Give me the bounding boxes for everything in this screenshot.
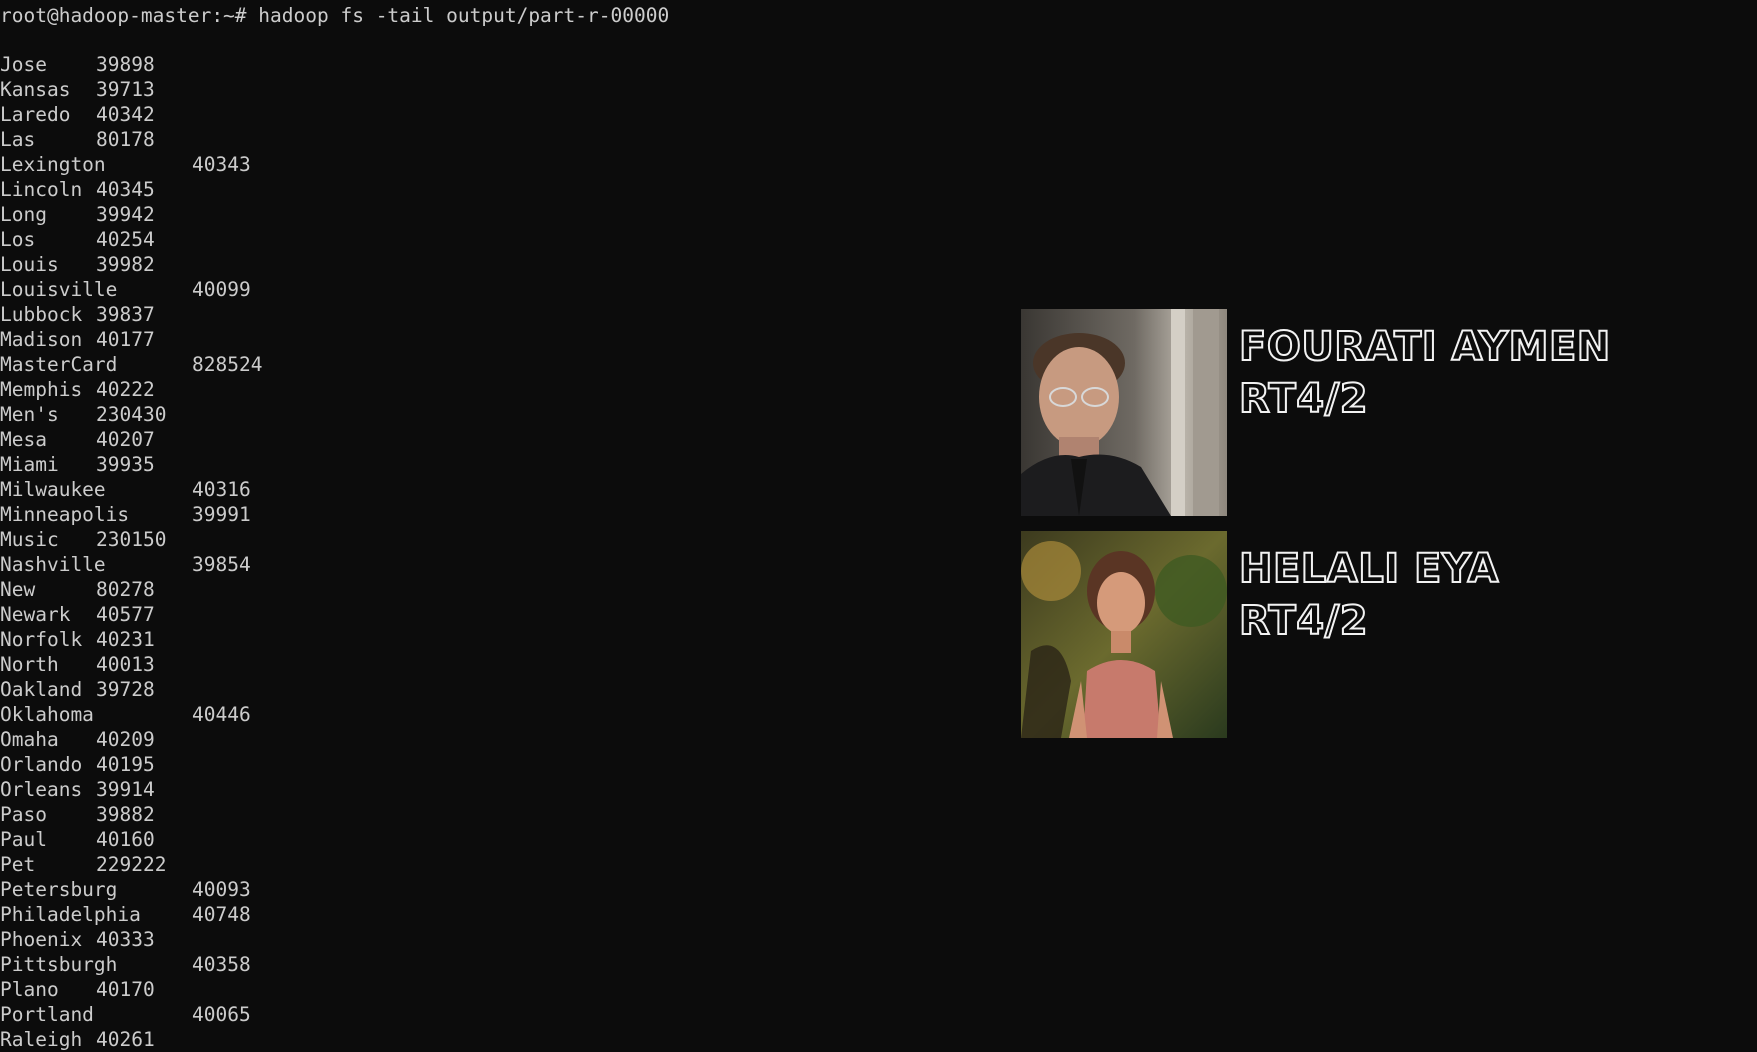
person-group-1: RT4/2 [1238, 375, 1369, 423]
output-key: Miami [0, 453, 59, 476]
output-count: 40160 [96, 828, 155, 851]
output-key: Orlando [0, 753, 83, 776]
output-count: 40209 [96, 728, 155, 751]
output-count: 39713 [96, 78, 155, 101]
output-key: Jose [0, 53, 47, 76]
output-count: 39991 [192, 503, 251, 526]
shell-prompt: root@hadoop-master:~# [0, 4, 247, 27]
output-key: Memphis [0, 378, 83, 401]
output-count: 40343 [192, 153, 251, 176]
output-key: Pet [0, 853, 36, 876]
output-key: Kansas [0, 78, 71, 101]
output-count: 229222 [96, 853, 167, 876]
output-key: Long [0, 203, 47, 226]
output-key: Petersburg [0, 878, 118, 901]
output-key: Lexington [0, 153, 106, 176]
output-key: Plano [0, 978, 59, 1001]
output-key: Louisville [0, 278, 118, 301]
output-count: 40254 [96, 228, 155, 251]
terminal-window[interactable]: root@hadoop-master:~# hadoop fs -tail ou… [0, 0, 1757, 1051]
output-count: 40231 [96, 628, 155, 651]
output-count: 40577 [96, 603, 155, 626]
output-key: MasterCard [0, 353, 118, 376]
output-count: 40261 [96, 1028, 155, 1051]
output-key: North [0, 653, 59, 676]
person-photo-2 [1021, 531, 1227, 738]
person-name-1: FOURATI AYMEN [1238, 323, 1611, 371]
output-count: 230150 [96, 528, 167, 551]
output-count: 40177 [96, 328, 155, 351]
output-key: Music [0, 528, 59, 551]
output-key: Oklahoma [0, 703, 94, 726]
output-key: Milwaukee [0, 478, 106, 501]
output-key: Lincoln [0, 178, 83, 201]
output-count: 40195 [96, 753, 155, 776]
output-count: 40446 [192, 703, 251, 726]
output-count: 39898 [96, 53, 155, 76]
output-count: 40065 [192, 1003, 251, 1026]
output-key: Omaha [0, 728, 59, 751]
output-count: 828524 [192, 353, 263, 376]
output-key: Laredo [0, 103, 71, 126]
output-key: Raleigh [0, 1028, 83, 1051]
person-label-2: HELALI EYA RT4/2 [1238, 543, 1499, 647]
output-key: Paso [0, 803, 47, 826]
output-key: Lubbock [0, 303, 83, 326]
output-count: 40333 [96, 928, 155, 951]
output-count: 39914 [96, 778, 155, 801]
output-key: Minneapolis [0, 503, 130, 526]
output-key: New [0, 578, 36, 601]
output-count: 39982 [96, 253, 155, 276]
output-count: 39837 [96, 303, 155, 326]
output-count: 40093 [192, 878, 251, 901]
output-key: Phoenix [0, 928, 83, 951]
output-count: 40222 [96, 378, 155, 401]
output-key: Los [0, 228, 36, 251]
output-key: Louis [0, 253, 59, 276]
output-count: 40342 [96, 103, 155, 126]
person-card-1: FOURATI AYMEN RT4/2 [1021, 309, 1621, 519]
output-key: Oakland [0, 678, 83, 701]
output-count: 39854 [192, 553, 251, 576]
output-key: Orleans [0, 778, 83, 801]
output-key: Las [0, 128, 36, 151]
output-key: Nashville [0, 553, 106, 576]
output-count: 40207 [96, 428, 155, 451]
output-count: 40358 [192, 953, 251, 976]
output-key: Madison [0, 328, 83, 351]
output-key: Norfolk [0, 628, 83, 651]
output-key: Pittsburgh [0, 953, 118, 976]
person-card-2: HELALI EYA RT4/2 [1021, 531, 1621, 741]
output-count: 39882 [96, 803, 155, 826]
output-count: 40170 [96, 978, 155, 1001]
output-count: 40345 [96, 178, 155, 201]
person-photo-1 [1021, 309, 1227, 516]
output-count: 230430 [96, 403, 167, 426]
output-count: 40099 [192, 278, 251, 301]
person-name-2: HELALI EYA [1238, 545, 1499, 593]
output-count: 40316 [192, 478, 251, 501]
output-key: Portland [0, 1003, 94, 1026]
command-line: root@hadoop-master:~# hadoop fs -tail ou… [0, 3, 669, 28]
output-key: Philadelphia [0, 903, 141, 926]
output-key: Men's [0, 403, 59, 426]
output-key: Paul [0, 828, 47, 851]
person-group-2: RT4/2 [1238, 597, 1369, 645]
output-key: Mesa [0, 428, 47, 451]
output-count: 39935 [96, 453, 155, 476]
output-count: 39942 [96, 203, 155, 226]
output-count: 40748 [192, 903, 251, 926]
output-count: 80178 [96, 128, 155, 151]
output-count: 40013 [96, 653, 155, 676]
command-text: hadoop fs -tail output/part-r-00000 [258, 4, 670, 27]
output-count: 39728 [96, 678, 155, 701]
output-count: 80278 [96, 578, 155, 601]
output-key: Newark [0, 603, 71, 626]
person-label-1: FOURATI AYMEN RT4/2 [1238, 321, 1611, 425]
